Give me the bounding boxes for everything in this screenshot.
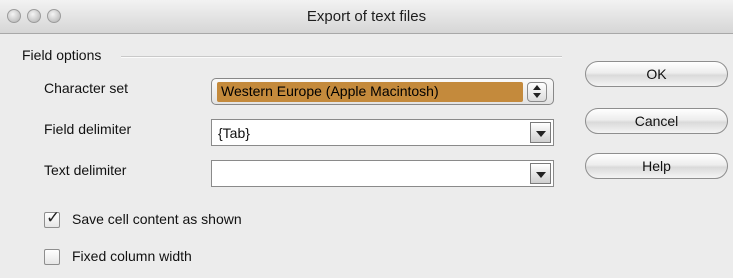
character-set-value: Western Europe (Apple Macintosh): [221, 83, 439, 99]
chevron-down-icon: [536, 172, 546, 178]
save-cell-content-label[interactable]: Save cell content as shown: [72, 211, 242, 227]
field-options-group-label: Field options: [22, 47, 102, 63]
arrow-down-icon: [533, 93, 541, 98]
cancel-button[interactable]: Cancel: [585, 108, 728, 134]
fixed-column-width-label[interactable]: Fixed column width: [72, 248, 192, 264]
character-set-label: Character set: [44, 80, 129, 96]
help-button[interactable]: Help: [585, 153, 728, 179]
text-delimiter-dropdown-button[interactable]: [530, 163, 551, 184]
field-delimiter-label: Field delimiter: [44, 121, 132, 137]
field-delimiter-value: {Tab}: [218, 125, 250, 141]
ok-button[interactable]: OK: [585, 61, 728, 87]
title-bar: Export of text files: [0, 0, 733, 34]
field-delimiter-dropdown-button[interactable]: [530, 122, 551, 143]
text-delimiter-label: Text delimiter: [44, 162, 127, 178]
arrow-up-icon: [533, 85, 541, 90]
character-set-selection-highlight: Western Europe (Apple Macintosh): [217, 82, 523, 102]
chevron-down-icon: [536, 131, 546, 137]
fixed-column-width-checkbox[interactable]: [44, 249, 60, 265]
character-set-select[interactable]: Western Europe (Apple Macintosh): [211, 78, 554, 105]
field-delimiter-combobox[interactable]: {Tab}: [211, 119, 554, 146]
group-divider: [121, 56, 562, 58]
checkmark-icon: ✓: [46, 208, 61, 228]
text-delimiter-combobox[interactable]: [211, 160, 554, 187]
updown-stepper-icon[interactable]: [527, 82, 547, 102]
window-title: Export of text files: [306, 8, 427, 25]
save-cell-content-checkbox[interactable]: ✓: [44, 208, 60, 228]
